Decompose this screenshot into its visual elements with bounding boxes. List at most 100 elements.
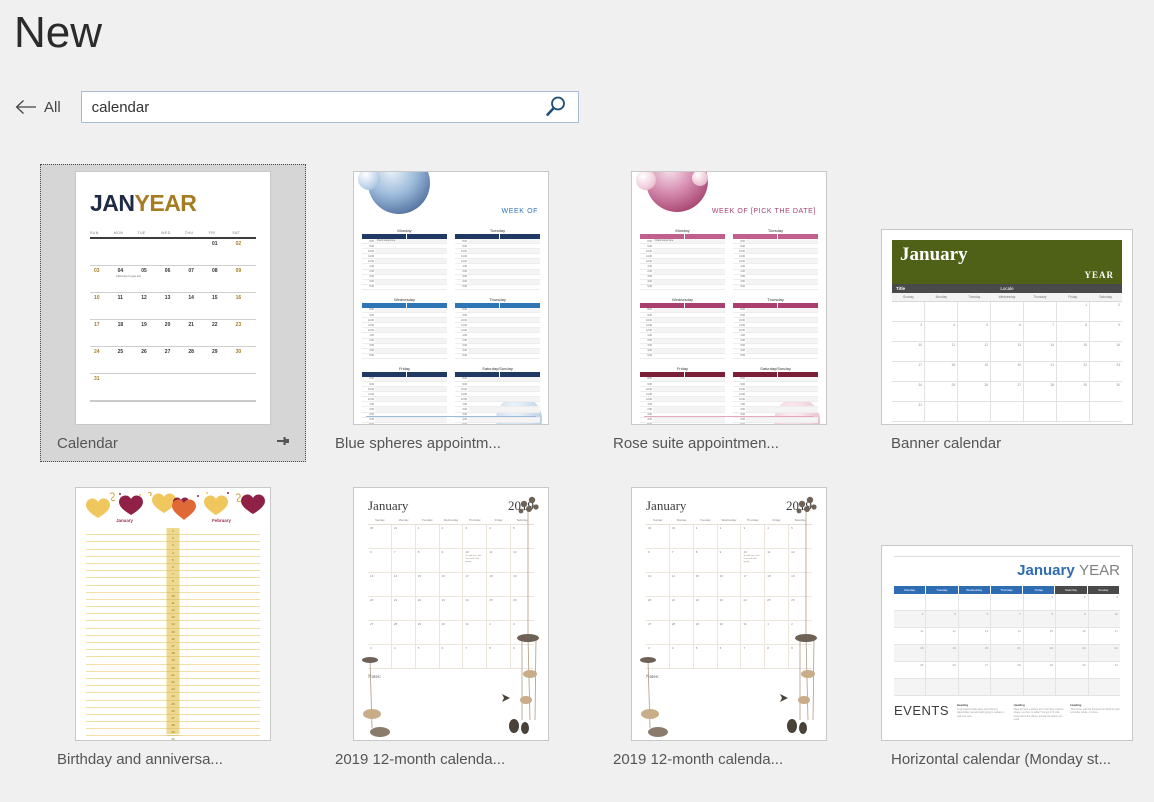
day-number: 23 xyxy=(166,686,180,694)
day-number: 15 xyxy=(212,295,218,301)
dow-label: Sunday xyxy=(903,295,914,299)
template-name: 2019 12-month calenda... xyxy=(335,750,506,768)
time-label: 9:00 xyxy=(740,244,745,248)
time-slot xyxy=(375,269,447,274)
template-name: Banner calendar xyxy=(891,434,1002,452)
day-cell: 8 xyxy=(487,645,512,668)
time-slot xyxy=(746,382,818,386)
day-cell: 19 xyxy=(926,645,959,662)
thumb-header: January 2019 xyxy=(368,498,534,514)
notes-label: Notes: xyxy=(368,675,382,680)
dow-label: Friday xyxy=(1023,586,1056,594)
day-cell: 31 xyxy=(670,525,694,548)
time-slot xyxy=(375,264,447,268)
appointment-art: WEEK OF [PICK THE DATE] Monday 8:00 Client… xyxy=(632,172,826,424)
day-note: To add text, click here and start typing… xyxy=(465,555,482,563)
day-cell: 13 xyxy=(958,628,992,645)
week-row: 10 11 12 13 14 15 16 xyxy=(90,293,256,320)
time-slot xyxy=(746,348,818,353)
pushpin-icon[interactable] xyxy=(275,433,291,454)
day-number: 19 xyxy=(141,322,147,328)
day-cell: 27 xyxy=(958,662,992,679)
day-number: 20 xyxy=(166,665,180,672)
day-block-pair: Wednesday 8:00 9:00 10:00 11:00 12:00 1:00 2:00… xyxy=(640,297,818,359)
day-cell: 3 xyxy=(368,645,392,668)
day-number: 29 xyxy=(212,349,218,355)
time-label: 1:00 xyxy=(462,265,467,269)
template-row: JANYEAR SUN MON TUE WED THU FRI SAT 01 02… xyxy=(40,164,1140,462)
time-label: 11:00 xyxy=(368,392,374,396)
horizontal-calendar-art: January YEAR Monday Tuesday Wednesday Thurs… xyxy=(882,546,1132,740)
birthday-art: January February 1 2 3 4 5 6 7 8 9 10 11 12 13 14 15 16… xyxy=(76,488,270,740)
time-label: 5:00 xyxy=(647,285,652,289)
time-slot xyxy=(468,402,540,406)
time-label: 9:00 xyxy=(462,313,467,317)
day-cell: 9 xyxy=(718,549,742,572)
template-card-rose-suite[interactable]: WEEK OF [PICK THE DATE] Monday 8:00 Client… xyxy=(596,164,862,462)
time-lines: 8:00 9:00 10:00 11:00 12:00 1:00 2:00 3:00 4:00 5… xyxy=(640,307,725,359)
back-arrow-icon[interactable] xyxy=(14,95,38,119)
template-thumbnail: January 2019 Sunday Monday Tuesday Wednesda… xyxy=(631,487,827,741)
template-card-blue-spheres[interactable]: WEEK OF Monday 8:00 Client name here 9:00 10… xyxy=(318,164,584,462)
search-box[interactable] xyxy=(80,91,579,123)
all-filter-link[interactable]: All xyxy=(44,99,61,116)
time-slot xyxy=(653,269,725,274)
thumb-week-rows: 01 02 03 04 05 06 07 08 09 Click here to type tex… xyxy=(90,239,256,402)
template-card-calendar[interactable]: JANYEAR SUN MON TUE WED THU FRI SAT 01 02… xyxy=(40,164,306,462)
search-input[interactable] xyxy=(81,92,578,122)
time-label: 11:00 xyxy=(461,392,467,396)
day-cell: 18 xyxy=(487,573,512,596)
template-thumbnail: WEEK OF [PICK THE DATE] Monday 8:00 Client… xyxy=(631,171,827,425)
time-slot xyxy=(653,338,725,343)
template-card-horizontal-calendar[interactable]: January YEAR Monday Tuesday Wednesday Thurs… xyxy=(874,480,1140,778)
day-cell xyxy=(1056,679,1089,696)
time-label: 10:00 xyxy=(739,318,745,322)
day-cell: 8 xyxy=(1023,611,1057,628)
day-cell: 2 xyxy=(1056,594,1089,611)
day-cell: 20 xyxy=(646,597,670,620)
time-label: 1:00 xyxy=(740,265,745,269)
time-label: 8:00 xyxy=(462,239,467,243)
time-label: 12:00 xyxy=(739,328,745,332)
template-card-banner-calendar[interactable]: January YEAR Title Locale Sunday Monday Tu… xyxy=(874,164,1140,462)
day-name: Saturday/Sunday xyxy=(482,365,513,371)
day-cell: 27 xyxy=(368,621,392,644)
time-slot xyxy=(468,407,540,412)
day-cell: 1 xyxy=(1057,302,1090,322)
time-slot xyxy=(375,333,447,337)
day-number: 30 xyxy=(167,736,180,740)
day-cell: 15 xyxy=(694,573,718,596)
thumb-header: January YEAR xyxy=(894,562,1120,580)
time-label: 8:00 xyxy=(462,308,467,312)
template-name: Blue spheres appointm... xyxy=(335,434,501,452)
template-card-birthday[interactable]: January February 1 2 3 4 5 6 7 8 9 10 11 12 13 14 15 16… xyxy=(40,480,306,778)
day-number: 26 xyxy=(141,349,147,355)
dow-label: Tuesday xyxy=(699,518,711,522)
template-thumbnail: WEEK OF Monday 8:00 Client name here 9:00 10… xyxy=(353,171,549,425)
time-slot xyxy=(653,407,725,412)
day-cell xyxy=(958,594,992,611)
day-cell: 30 xyxy=(1090,382,1122,402)
time-label: 4:00 xyxy=(369,349,374,353)
time-label: 12:00 xyxy=(368,328,374,332)
time-slot xyxy=(746,318,818,323)
event-heading: Heading xyxy=(1013,703,1025,707)
time-label: 1:00 xyxy=(740,402,745,406)
time-label: 12:00 xyxy=(646,397,652,401)
time-slot xyxy=(375,397,447,402)
day-number: 27 xyxy=(164,349,171,355)
dow-label: Thursday xyxy=(990,586,1024,594)
template-card-2019-a[interactable]: January 2019 Sunday Monday Tuesday Wednesda… xyxy=(318,480,584,778)
thumbnail-wrap: January YEAR Title Locale Sunday Monday Tu… xyxy=(881,171,1133,425)
time-slot xyxy=(653,392,725,396)
time-slot xyxy=(468,417,540,422)
day-cell: 11 xyxy=(894,628,927,645)
time-slot xyxy=(746,269,818,274)
month-label: February xyxy=(212,518,231,523)
week-row: 11 12 13 14 15 16 17 xyxy=(894,628,1120,645)
search-icon[interactable] xyxy=(538,92,574,122)
day-number: 29 xyxy=(166,729,180,737)
time-label: 4:00 xyxy=(462,418,467,422)
dow-label: Saturday xyxy=(516,518,528,522)
template-card-2019-b[interactable]: January 2019 Sunday Monday Tuesday Wednesda… xyxy=(596,480,862,778)
